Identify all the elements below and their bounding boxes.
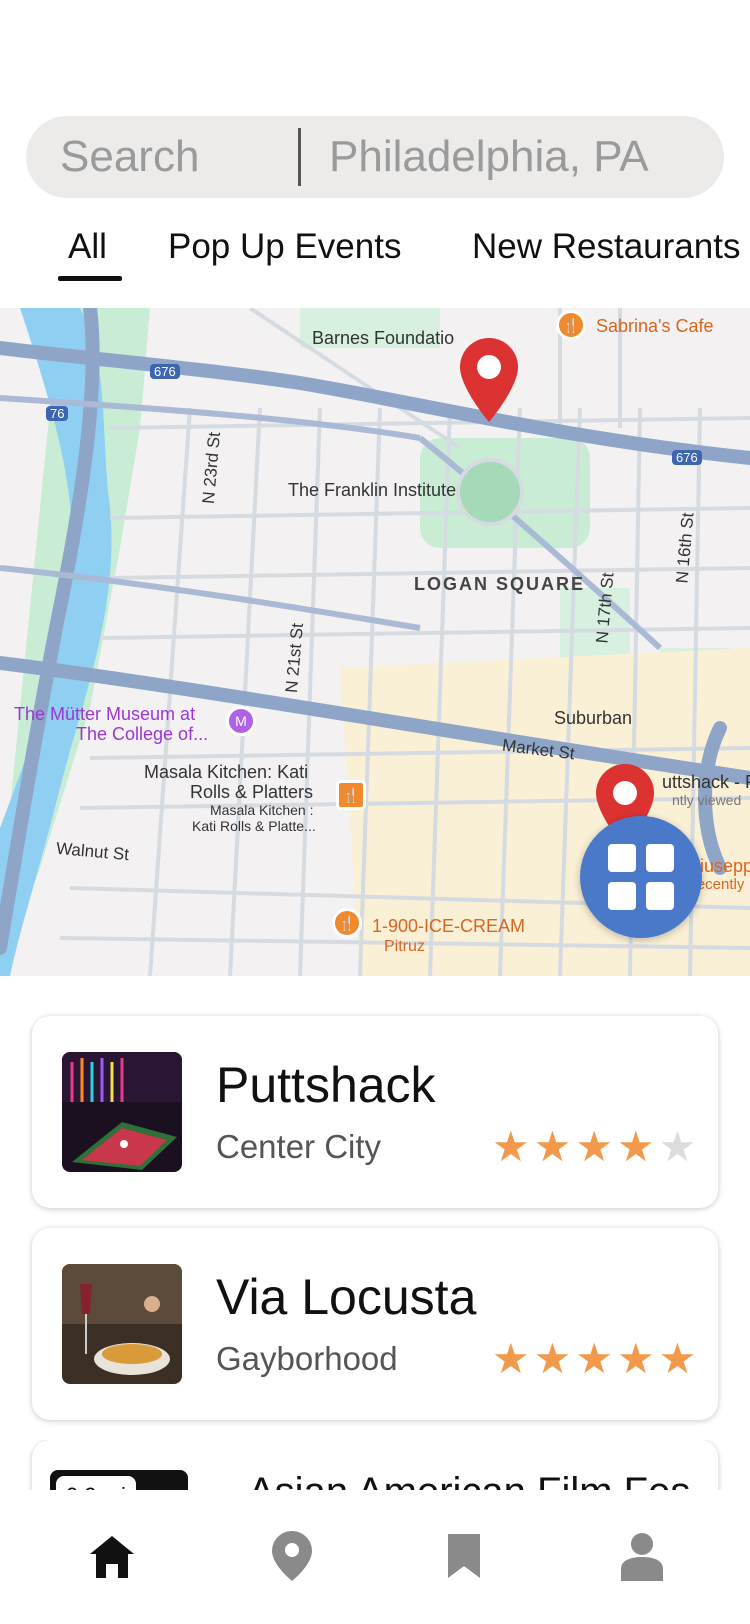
profile-icon (621, 1533, 663, 1581)
tab-active-indicator (58, 276, 122, 281)
highway-shield-676-east: 676 (672, 450, 702, 465)
search-input[interactable] (26, 116, 294, 198)
map-label-sabrinas[interactable]: Sabrina's Cafe (596, 316, 714, 337)
map-label-barnes: Barnes Foundatio (312, 328, 455, 348)
star-empty-icon: ★ (658, 1123, 697, 1170)
restaurant-poi-icon[interactable]: 🍴 (556, 310, 586, 340)
map-label-masala-2[interactable]: Rolls & Platters (190, 782, 313, 803)
listing-thumbnail (62, 1052, 182, 1172)
listing-card[interactable]: Puttshack Center City ★ ★ ★ ★ ★ (32, 1016, 718, 1208)
star-filled-icon: ★ (533, 1123, 572, 1170)
star-filled-icon: ★ (533, 1335, 572, 1382)
map-label-suburban: Suburban (554, 708, 633, 728)
restaurant-poi-icon[interactable]: 🍴 (336, 780, 366, 810)
bottom-nav (0, 1490, 750, 1624)
star-filled-icon: ★ (616, 1335, 655, 1382)
star-filled-icon: ★ (492, 1335, 530, 1382)
listing-title: Puttshack (216, 1057, 436, 1113)
map-label-pitruzello: Pitruz (384, 938, 425, 955)
category-tabs: All Pop Up Events New Restaurants (0, 222, 750, 282)
map-label-logan-square: LOGAN SQUARE (414, 574, 586, 594)
map-label-giusepp[interactable]: iusepp (700, 856, 750, 877)
map-label-masala-3[interactable]: Masala Kitchen : (210, 802, 314, 818)
star-filled-icon: ★ (575, 1123, 613, 1170)
nav-profile[interactable] (612, 1526, 672, 1586)
nav-home[interactable] (82, 1526, 142, 1586)
map-pin-icon[interactable] (460, 338, 518, 422)
restaurant-poi-icon[interactable]: 🍴 (332, 908, 362, 938)
bookmark-icon (448, 1534, 480, 1578)
map-label-masala-1[interactable]: Masala Kitchen: Kati (144, 762, 308, 783)
star-filled-icon: ★ (616, 1123, 655, 1170)
tab-all[interactable]: All (68, 222, 107, 272)
listing-title: Asian American Film Fes (248, 1470, 690, 1490)
map-label-puttshack[interactable]: uttshack - P (662, 772, 750, 793)
star-filled-icon: ★ (492, 1123, 530, 1170)
distance-badge: 0.9 mi (56, 1476, 136, 1490)
grid-view-button[interactable] (580, 816, 702, 938)
listing-card[interactable]: 0.9 mi Asian American Film Fes (32, 1440, 718, 1490)
highway-shield-676: 676 (150, 364, 180, 379)
star-filled-icon: ★ (575, 1335, 613, 1382)
listing-card-clip: 0.9 mi Asian American Film Fes (0, 1440, 750, 1490)
nav-saved[interactable] (434, 1526, 494, 1586)
museum-poi-icon[interactable]: M (226, 706, 256, 736)
listing-card[interactable]: Via Locusta Gayborhood ★ ★ ★ ★ ★ (32, 1228, 718, 1420)
listing-thumbnail (62, 1264, 182, 1384)
location-field[interactable]: Philadelphia, PA (301, 132, 649, 182)
highway-shield-76: 76 (46, 406, 69, 421)
map-label-icecream[interactable]: 1-900-ICE-CREAM (372, 916, 525, 937)
star-filled-icon: ★ (658, 1335, 697, 1382)
home-icon (90, 1536, 134, 1578)
nav-map[interactable] (262, 1526, 322, 1586)
map-label-recently-viewed: ntly viewed (672, 792, 742, 808)
star-rating: ★ ★ ★ ★ ★ (492, 1126, 696, 1168)
tab-new-restaurants[interactable]: New Restaurants (472, 222, 740, 272)
map-label-mutter-2[interactable]: The College of... (76, 724, 208, 745)
map-label-mutter-1[interactable]: The Mütter Museum at (14, 704, 195, 725)
map-pin-icon (272, 1531, 312, 1581)
listing-neighborhood: Center City (216, 1128, 382, 1165)
star-rating: ★ ★ ★ ★ ★ (492, 1338, 696, 1380)
map-label-franklin: The Franklin Institute (288, 480, 457, 500)
map-label-masala-4[interactable]: Kati Rolls & Platte... (192, 818, 316, 834)
tab-pop-up-events[interactable]: Pop Up Events (168, 222, 401, 272)
listing-neighborhood: Gayborhood (216, 1340, 398, 1377)
listing-title: Via Locusta (216, 1269, 477, 1325)
search-bar: Philadelphia, PA (26, 116, 724, 198)
grid-icon (608, 844, 674, 910)
